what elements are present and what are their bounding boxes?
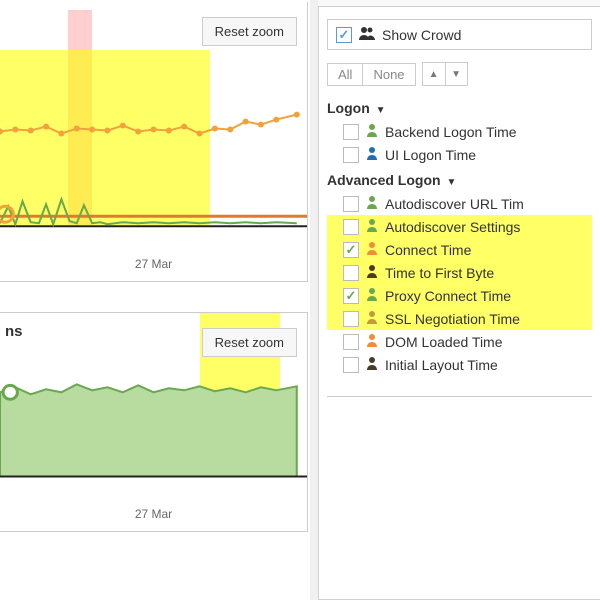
metric-groups: Logon ▼ Backend Logon Time UI Logon Time Ad… xyxy=(327,100,592,376)
group-label: Advanced Logon xyxy=(327,172,441,188)
person-icon xyxy=(365,195,379,212)
move-down-button[interactable]: ▼ xyxy=(445,63,467,85)
metric-checkbox[interactable] xyxy=(343,288,359,304)
group-header-logon[interactable]: Logon ▼ xyxy=(327,100,592,116)
show-crowd-toggle[interactable]: Show Crowd xyxy=(327,19,592,50)
metric-item[interactable]: Backend Logon Time xyxy=(327,120,592,143)
person-icon xyxy=(365,146,379,163)
metric-checkbox[interactable] xyxy=(343,219,359,235)
show-crowd-checkbox[interactable] xyxy=(336,27,352,43)
move-up-button[interactable]: ▲ xyxy=(423,63,445,85)
metric-checkbox[interactable] xyxy=(343,147,359,163)
metric-item[interactable]: Time to First Byte xyxy=(327,261,592,284)
chart-2: ns Reset zoom 27 Mar xyxy=(0,312,308,532)
select-all-button[interactable]: All xyxy=(328,64,362,85)
metric-checkbox[interactable] xyxy=(343,334,359,350)
person-icon xyxy=(365,123,379,140)
metric-item[interactable]: Connect Time xyxy=(327,238,592,261)
chart-2-x-tick: 27 Mar xyxy=(0,507,307,521)
chevron-down-icon: ▼ xyxy=(376,105,386,116)
metric-checkbox[interactable] xyxy=(343,196,359,212)
metric-label: DOM Loaded Time xyxy=(385,334,503,350)
person-icon xyxy=(365,218,379,235)
charts-panel: Reset zoom 27 Mar ns Reset zoom 27 Mar xyxy=(0,0,310,600)
select-none-button[interactable]: None xyxy=(362,64,414,85)
metric-checkbox[interactable] xyxy=(343,311,359,327)
metric-item[interactable]: DOM Loaded Time xyxy=(327,330,592,353)
person-icon xyxy=(365,356,379,373)
chart-1: Reset zoom 27 Mar xyxy=(0,2,308,282)
metric-checkbox[interactable] xyxy=(343,265,359,281)
metric-checkbox[interactable] xyxy=(343,357,359,373)
person-icon xyxy=(365,264,379,281)
group-label: Logon xyxy=(327,100,370,116)
metric-item[interactable]: Proxy Connect Time xyxy=(327,284,592,307)
metric-label: SSL Negotiation Time xyxy=(385,311,520,327)
metric-item[interactable]: UI Logon Time xyxy=(327,143,592,166)
person-icon xyxy=(365,241,379,258)
show-crowd-label: Show Crowd xyxy=(382,27,461,43)
metric-label: Time to First Byte xyxy=(385,265,494,281)
reorder-group: ▲ ▼ xyxy=(422,62,468,86)
metric-label: UI Logon Time xyxy=(385,147,476,163)
metric-label: Connect Time xyxy=(385,242,471,258)
all-none-group: All None xyxy=(327,63,416,86)
chart-2-plot xyxy=(0,313,307,531)
chevron-down-icon: ▼ xyxy=(446,177,456,188)
metric-label: Backend Logon Time xyxy=(385,124,517,140)
metric-item[interactable]: Autodiscover URL Tim xyxy=(327,192,592,215)
crowd-icon xyxy=(358,26,376,43)
person-icon xyxy=(365,333,379,350)
metric-label: Proxy Connect Time xyxy=(385,288,511,304)
selection-controls: All None ▲ ▼ xyxy=(327,62,592,86)
group-header-advanced-logon[interactable]: Advanced Logon ▼ xyxy=(327,172,592,188)
metric-label: Initial Layout Time xyxy=(385,357,498,373)
metric-label: Autodiscover URL Tim xyxy=(385,196,524,212)
bottom-separator xyxy=(327,396,592,426)
person-icon xyxy=(365,310,379,327)
metric-item[interactable]: SSL Negotiation Time xyxy=(327,307,592,330)
person-icon xyxy=(365,287,379,304)
legend-panel: Show Crowd All None ▲ ▼ Logon ▼ Backend L… xyxy=(318,6,600,600)
metric-checkbox[interactable] xyxy=(343,242,359,258)
chart-1-plot xyxy=(0,2,307,281)
chart-1-x-tick: 27 Mar xyxy=(0,257,307,271)
metric-checkbox[interactable] xyxy=(343,124,359,140)
metric-label: Autodiscover Settings xyxy=(385,219,520,235)
metric-item[interactable]: Autodiscover Settings xyxy=(327,215,592,238)
metric-item[interactable]: Initial Layout Time xyxy=(327,353,592,376)
